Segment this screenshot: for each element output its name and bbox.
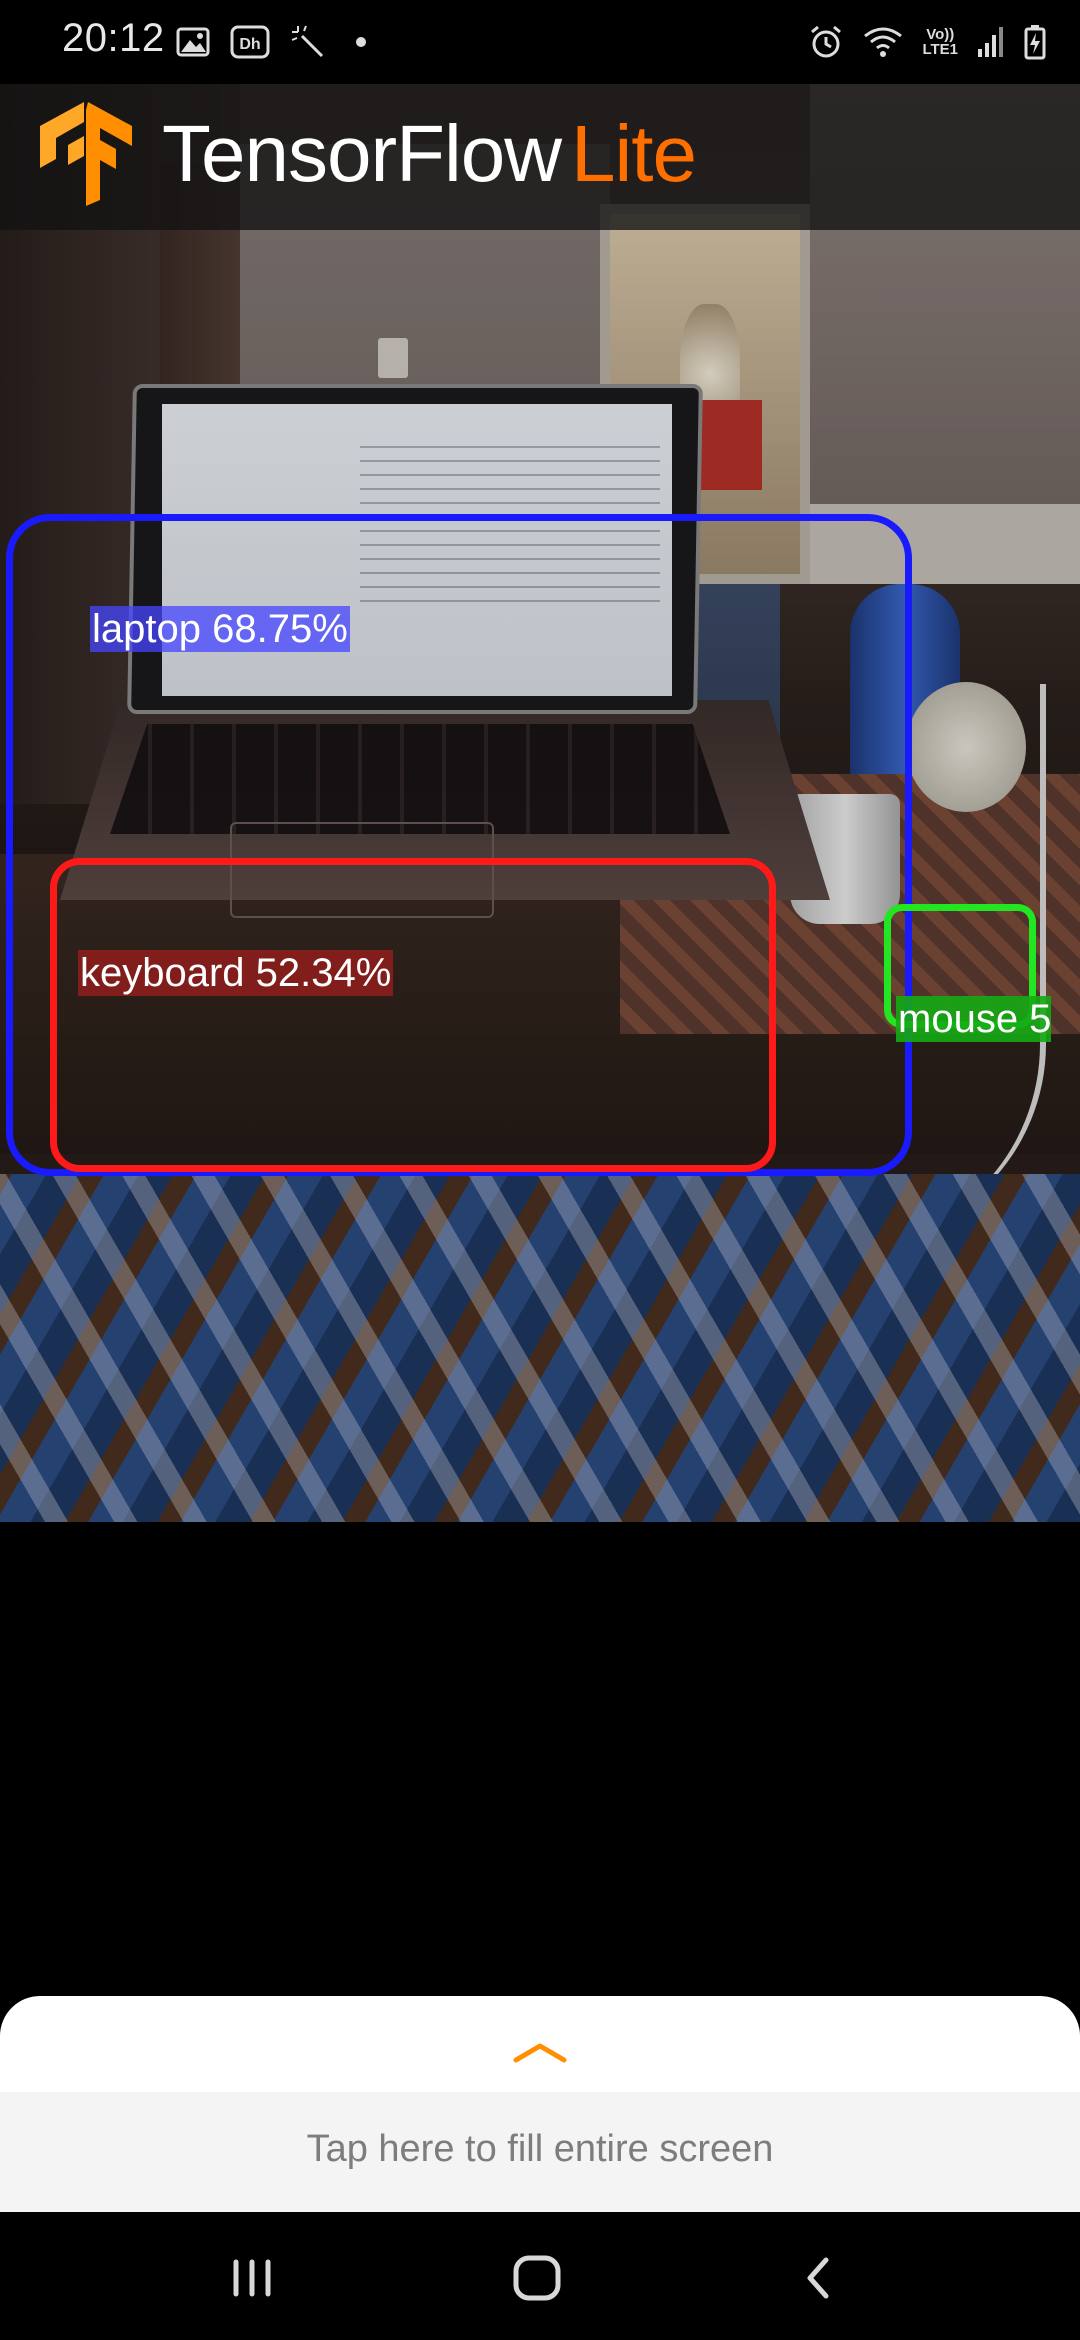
volte-icon: Vo)) LTE1 <box>922 27 958 57</box>
app-title-accent: Lite <box>571 109 697 198</box>
chevron-up-icon[interactable] <box>510 2036 570 2066</box>
signal-icon <box>978 27 1003 57</box>
detection-label-laptop: laptop 68.75% <box>90 606 350 652</box>
alarm-icon <box>811 25 842 58</box>
status-bar: 20:12 Dh Vo)) LTE1 <box>0 0 1080 84</box>
app-title: TensorFlow Lite <box>162 104 697 204</box>
fill-screen-hint[interactable]: Tap here to fill entire screen <box>0 2128 1080 2171</box>
tensorflow-logo <box>40 102 132 206</box>
detection-label-keyboard: keyboard 52.34% <box>78 950 394 996</box>
volte-line2: LTE1 <box>922 41 958 58</box>
volte-line1: Vo)) <box>926 26 955 43</box>
status-right-icons: Vo)) LTE1 <box>808 20 1046 64</box>
disney-hotstar-icon: Dh <box>230 25 270 59</box>
wifi-calling-icon <box>864 27 903 57</box>
recent-apps-icon[interactable] <box>226 2248 286 2308</box>
detection-label-mouse: mouse 5 <box>896 996 1052 1042</box>
status-left-icons: Dh <box>176 22 376 62</box>
notification-dot-icon <box>356 37 366 47</box>
screen: 20:12 Dh Vo)) LTE1 laptop 68.75% keyboar… <box>0 0 1080 2340</box>
magic-wand-icon <box>291 25 324 58</box>
gallery-icon <box>176 27 210 57</box>
app-title-main: TensorFlow <box>162 109 562 198</box>
detection-box-keyboard <box>50 858 776 1172</box>
svg-text:Dh: Dh <box>239 36 260 53</box>
status-time: 20:12 <box>62 16 165 60</box>
home-icon[interactable] <box>508 2248 568 2308</box>
battery-charging-icon <box>1024 25 1046 60</box>
back-icon[interactable] <box>790 2248 850 2308</box>
